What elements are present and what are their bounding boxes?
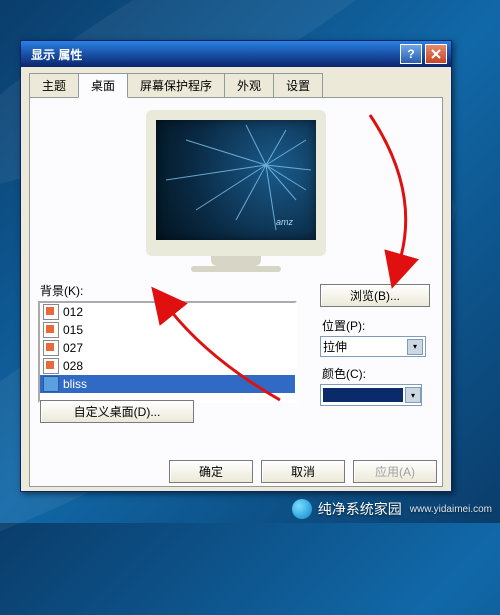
- list-item-label: 028: [63, 359, 83, 373]
- position-select[interactable]: 拉伸 ▾: [320, 336, 426, 357]
- tab-appearance[interactable]: 外观: [224, 73, 274, 97]
- button-label: 取消: [291, 465, 315, 479]
- color-swatch: [323, 388, 403, 402]
- titlebar[interactable]: 显示 属性 ?: [21, 41, 451, 67]
- watermark: 纯净系统家园 www.yidaimei.com: [292, 499, 492, 519]
- button-label: 确定: [199, 465, 223, 479]
- list-item[interactable]: 027: [40, 339, 295, 357]
- window-title: 显示 属性: [25, 46, 397, 63]
- dialog-button-row: 确定 取消 应用(A): [21, 460, 451, 483]
- tab-desktop[interactable]: 桌面: [78, 73, 128, 98]
- html-file-icon: [43, 304, 59, 320]
- html-file-icon: [43, 358, 59, 374]
- close-icon: [431, 49, 441, 59]
- tab-label: 屏幕保护程序: [140, 79, 212, 93]
- watermark-brand: 纯净系统家园: [318, 499, 402, 519]
- list-item[interactable]: 015: [40, 321, 295, 339]
- browse-button[interactable]: 浏览(B)...: [320, 284, 430, 307]
- cancel-button[interactable]: 取消: [261, 460, 345, 483]
- list-item-label: bliss: [63, 377, 87, 391]
- tab-label: 主题: [42, 79, 66, 93]
- chevron-down-icon: ▾: [407, 339, 423, 355]
- tab-label: 桌面: [91, 79, 115, 93]
- list-item[interactable]: 028: [40, 357, 295, 375]
- list-item[interactable]: 012: [40, 303, 295, 321]
- watermark-url: www.yidaimei.com: [410, 504, 492, 515]
- preview-monitor: amz: [146, 110, 326, 272]
- color-label: 颜色(C):: [322, 365, 430, 382]
- list-item-label: 027: [63, 341, 83, 355]
- select-value: 拉伸: [323, 338, 347, 355]
- button-label: 浏览(B)...: [350, 289, 400, 303]
- customize-desktop-button[interactable]: 自定义桌面(D)...: [40, 400, 194, 423]
- chevron-down-icon: ▾: [405, 387, 421, 403]
- tab-content-desktop: amz 背景(K): 012 015 027 028 bliss 浏览(B)..…: [29, 97, 443, 487]
- background-list[interactable]: 012 015 027 028 bliss: [38, 301, 297, 403]
- close-button[interactable]: [425, 44, 447, 64]
- bmp-file-icon: [43, 376, 59, 392]
- color-picker[interactable]: ▾: [320, 384, 422, 406]
- wallpaper-brand-text: amz: [276, 217, 294, 227]
- display-properties-dialog: 显示 属性 ? 主题 桌面 屏幕保护程序 外观 设置 amz: [20, 40, 452, 492]
- help-button[interactable]: ?: [400, 44, 422, 64]
- tab-label: 设置: [286, 79, 310, 93]
- tab-strip: 主题 桌面 屏幕保护程序 外观 设置: [21, 67, 451, 97]
- tab-theme[interactable]: 主题: [29, 73, 79, 97]
- tab-settings[interactable]: 设置: [273, 73, 323, 97]
- tab-label: 外观: [237, 79, 261, 93]
- list-item-label: 015: [63, 323, 83, 337]
- button-label: 应用(A): [375, 465, 415, 479]
- position-label: 位置(P):: [322, 317, 430, 334]
- apply-button[interactable]: 应用(A): [353, 460, 437, 483]
- list-item-selected[interactable]: bliss: [40, 375, 295, 393]
- wallpaper-crack-icon: amz: [156, 120, 316, 240]
- watermark-logo-icon: [292, 499, 312, 519]
- preview-screen: amz: [146, 110, 326, 256]
- tab-screensaver[interactable]: 屏幕保护程序: [127, 73, 225, 97]
- html-file-icon: [43, 340, 59, 356]
- html-file-icon: [43, 322, 59, 338]
- list-item-label: 012: [63, 305, 83, 319]
- button-label: 自定义桌面(D)...: [74, 405, 161, 419]
- ok-button[interactable]: 确定: [169, 460, 253, 483]
